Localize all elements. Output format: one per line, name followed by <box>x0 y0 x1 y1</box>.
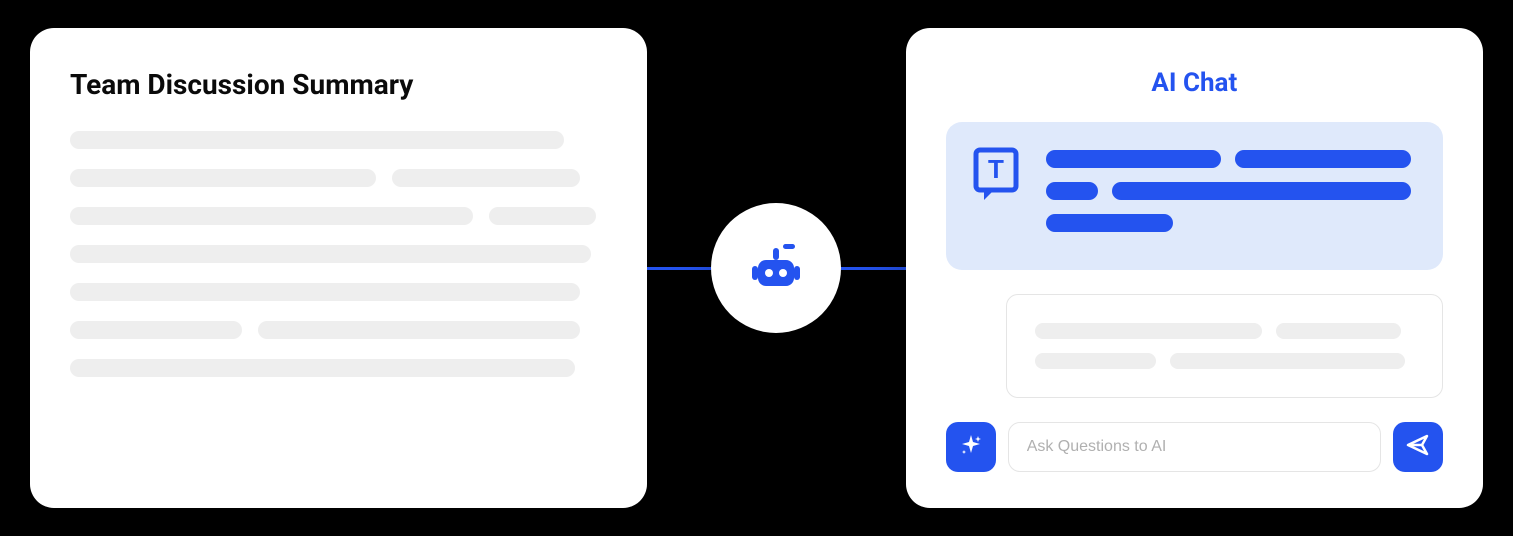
sparkle-icon <box>959 433 983 461</box>
skeleton-line <box>70 359 575 377</box>
summary-card: Team Discussion Summary <box>30 28 647 508</box>
ai-bar <box>1046 214 1173 232</box>
text-avatar-icon: T <box>970 146 1026 202</box>
ai-bar <box>1046 150 1221 168</box>
chat-input[interactable] <box>1008 422 1381 472</box>
send-button[interactable] <box>1393 422 1443 472</box>
skeleton-line <box>392 169 580 187</box>
summary-title: Team Discussion Summary <box>70 68 607 101</box>
skeleton-line <box>70 245 591 263</box>
chat-input-row <box>946 422 1443 472</box>
user-bar <box>1276 323 1401 339</box>
connector-line <box>647 267 711 270</box>
send-icon <box>1405 432 1431 462</box>
skeleton-line <box>70 207 473 225</box>
user-message <box>1006 294 1443 398</box>
ai-message: T <box>946 122 1443 270</box>
svg-text:T: T <box>988 154 1004 184</box>
chat-title: AI Chat <box>946 68 1443 98</box>
user-bar <box>1035 353 1156 369</box>
summary-skeleton <box>70 131 607 377</box>
user-bar <box>1170 353 1405 369</box>
skeleton-line <box>70 169 376 187</box>
skeleton-line <box>70 131 564 149</box>
ai-message-content <box>1046 146 1419 246</box>
skeleton-line <box>489 207 596 225</box>
connector-line <box>841 267 905 270</box>
skeleton-line <box>258 321 580 339</box>
ai-bar <box>1235 150 1410 168</box>
robot-badge <box>711 203 841 333</box>
robot-icon <box>744 234 808 302</box>
ai-bar <box>1046 182 1098 200</box>
skeleton-line <box>70 283 580 301</box>
user-bar <box>1035 323 1263 339</box>
chat-card: AI Chat T <box>906 28 1483 508</box>
sparkle-button[interactable] <box>946 422 996 472</box>
connector <box>647 267 906 269</box>
skeleton-line <box>70 321 242 339</box>
ai-bar <box>1112 182 1411 200</box>
